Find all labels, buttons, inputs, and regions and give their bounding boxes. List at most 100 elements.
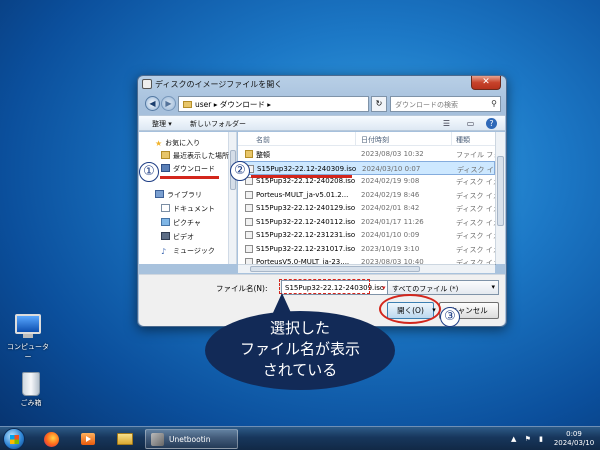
nav-item-music[interactable]: ♪ ミュージック xyxy=(161,246,215,256)
file-row[interactable]: Porteus-MULT_ja-v5.01.2... 2024/02/19 8:4… xyxy=(238,188,496,202)
clock[interactable]: 0:09 2024/03/10 xyxy=(552,430,596,448)
filetype-select[interactable]: すべてのファイル (*) ▾ xyxy=(387,280,499,295)
unetbootin-icon xyxy=(151,433,164,446)
filename-dropdown-arrow[interactable]: ▾ xyxy=(382,284,386,292)
file-row[interactable]: S15Pup32-22.12-240112.iso 2024/01/17 11:2… xyxy=(238,215,496,229)
file-list: 名前 日付時刻 種類 整頓 2023/08/03 10:32 ファイル フォ S15P… xyxy=(238,132,497,267)
help-icon[interactable]: ? xyxy=(486,118,497,129)
file-name: S15Pup32-22.12-240112.iso xyxy=(256,217,356,226)
file-name: S15Pup32-22.12-240208.iso xyxy=(256,177,356,185)
recycle-bin-icon xyxy=(22,372,40,396)
dialog-title: ディスクのイメージファイルを開く xyxy=(155,80,283,89)
horizontal-scrollbar[interactable] xyxy=(238,264,495,273)
nav-label: ビデオ xyxy=(173,233,194,241)
nav-item-recent[interactable]: 最近表示した場所 xyxy=(161,151,229,161)
downloads-icon xyxy=(161,164,170,172)
step-1-underline xyxy=(160,176,219,179)
nav-item-videos[interactable]: ビデオ xyxy=(161,232,194,242)
forward-button[interactable]: ▶ xyxy=(161,96,176,111)
dialog-titlebar[interactable]: ディスクのイメージファイルを開く ✕ xyxy=(138,76,506,94)
search-input[interactable]: ダウンロードの検索 ⚲ xyxy=(390,96,501,112)
desktop-icon-label: ごみ箱 xyxy=(20,399,42,407)
new-folder-button[interactable]: 新しいフォルダー xyxy=(190,119,246,129)
scroll-thumb[interactable] xyxy=(497,156,504,226)
clock-time: 0:09 xyxy=(566,430,582,438)
step-1-marker: ① xyxy=(139,162,159,182)
file-row[interactable]: S15Pup32-22.12-231231.iso 2024/01/10 0:09… xyxy=(238,228,496,242)
search-placeholder: ダウンロードの検索 xyxy=(395,101,458,109)
library-icon xyxy=(155,190,164,198)
file-list-scrollbar[interactable] xyxy=(495,132,505,264)
folder-icon xyxy=(245,150,253,158)
back-button[interactable]: ◀ xyxy=(145,96,160,111)
scroll-thumb[interactable] xyxy=(250,266,420,272)
file-type: ディスク イメ xyxy=(456,218,496,227)
folder-icon xyxy=(183,101,192,108)
desktop-icon-computer[interactable]: コンピューター xyxy=(6,314,50,362)
address-path: user ▸ ダウンロード ▸ xyxy=(195,100,272,109)
refresh-button[interactable]: ↻ xyxy=(371,96,387,112)
address-bar[interactable]: user ▸ ダウンロード ▸ xyxy=(178,96,369,112)
file-row[interactable]: 整頓 2023/08/03 10:32 ファイル フォ xyxy=(238,147,496,161)
nav-item-pictures[interactable]: ピクチャ xyxy=(161,218,201,228)
disc-image-icon xyxy=(245,244,253,253)
column-header-type[interactable]: 種類 xyxy=(452,132,495,146)
system-tray-icons[interactable]: ▲ ⚑ ▮ xyxy=(511,435,546,443)
disc-image-icon xyxy=(245,217,253,226)
step-2-underline xyxy=(251,175,352,178)
file-date: 2024/01/17 11:26 xyxy=(361,217,424,226)
file-date: 2023/10/19 3:10 xyxy=(361,244,420,253)
close-button[interactable]: ✕ xyxy=(471,76,501,90)
nav-label: ドキュメント xyxy=(173,205,215,213)
disc-image-icon xyxy=(245,231,253,239)
file-type: ディスク イメ xyxy=(456,205,496,213)
file-row[interactable]: S15Pup32-22.12-240129.iso 2024/02/01 8:42… xyxy=(238,201,496,215)
picture-icon xyxy=(161,218,170,226)
taskbar: Unetbootin ▲ ⚑ ▮ 0:09 2024/03/10 xyxy=(0,426,600,450)
file-date: 2024/02/19 9:08 xyxy=(361,177,420,185)
preview-pane-icon[interactable]: ▭ xyxy=(465,118,476,129)
view-options-icon[interactable]: ☰ xyxy=(441,118,452,129)
taskbar-unetbootin[interactable]: Unetbootin xyxy=(145,429,238,449)
filename-highlight xyxy=(279,279,370,294)
taskbar-media-player[interactable] xyxy=(74,429,102,449)
organize-button[interactable]: 整理 ▾ xyxy=(152,119,172,129)
open-button-highlight xyxy=(379,294,441,324)
nav-item-libraries[interactable]: ライブラリ xyxy=(155,190,202,200)
nav-label: 最近表示した場所 xyxy=(173,152,229,160)
file-row[interactable]: S15Pup32-22.12-231017.iso 2023/10/19 3:10… xyxy=(238,242,496,256)
nav-pane-scrollbar[interactable] xyxy=(229,132,237,264)
step-3-marker: ③ xyxy=(440,307,460,327)
file-date: 2024/01/10 0:09 xyxy=(361,231,420,239)
file-list-header: 名前 日付時刻 種類 xyxy=(238,132,495,146)
media-player-icon xyxy=(81,433,95,445)
nav-item-documents[interactable]: ドキュメント xyxy=(161,204,215,214)
folder-icon xyxy=(117,433,133,445)
callout-text: 選択した ファイル名が表示 されている xyxy=(239,319,360,379)
nav-item-favorites[interactable]: ★ お気に入り xyxy=(155,138,200,148)
video-icon xyxy=(161,232,170,240)
music-icon: ♪ xyxy=(161,247,167,256)
desktop-icon-recycle-bin[interactable]: ごみ箱 xyxy=(9,372,53,408)
file-type: ディスク イメ xyxy=(456,178,496,186)
document-icon xyxy=(161,204,170,212)
refresh-icon: ↻ xyxy=(375,99,383,108)
file-type: ディスク イメ xyxy=(456,232,496,240)
file-row[interactable]: S15Pup32-22.12-240309.iso 2024/03/10 0:07… xyxy=(238,160,497,175)
chevron-down-icon: ▾ xyxy=(491,283,495,291)
address-row: ◀ ▶ user ▸ ダウンロード ▸ ↻ ダウンロードの検索 ⚲ xyxy=(142,95,502,113)
taskbar-firefox[interactable] xyxy=(37,429,65,449)
file-date: 2023/08/03 10:32 xyxy=(361,150,424,158)
nav-item-downloads[interactable]: ダウンロード xyxy=(161,164,215,174)
nav-label: ライブラリ xyxy=(167,191,202,199)
column-header-name[interactable]: 名前 xyxy=(238,132,356,146)
taskbar-explorer[interactable] xyxy=(111,429,139,449)
nav-label: ミュージック xyxy=(173,247,215,255)
taskbar-app-label: Unetbootin xyxy=(169,435,211,444)
file-type: ディスク イメ xyxy=(456,245,496,254)
column-header-date[interactable]: 日付時刻 xyxy=(356,132,452,146)
file-name: S15Pup32-22.12-240129.iso xyxy=(256,204,356,212)
step-2-marker: ② xyxy=(230,161,250,181)
filename-label: ファイル名(N): xyxy=(216,284,268,293)
start-button[interactable] xyxy=(3,428,25,450)
